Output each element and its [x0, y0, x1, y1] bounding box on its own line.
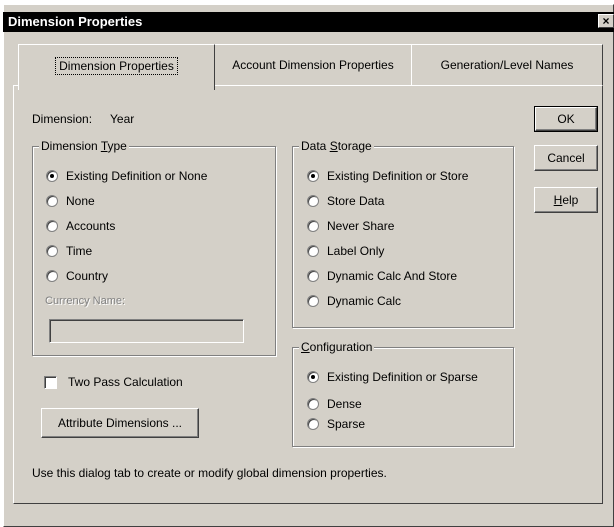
currency-name-label: Currency Name:	[45, 295, 126, 307]
radio-existing-definition-or-none[interactable]: Existing Definition or None	[46, 169, 207, 183]
radio-button-icon	[307, 220, 319, 232]
tab-label: Account Dimension Properties	[232, 58, 394, 72]
radio-button-icon	[46, 195, 58, 207]
radio-button-icon	[46, 170, 58, 182]
dimension-type-group: Dimension Type Existing Definition or No…	[32, 139, 276, 356]
radio-time[interactable]: Time	[46, 244, 92, 258]
tab-label: Generation/Level Names	[440, 58, 574, 72]
radio-dense[interactable]: Dense	[307, 397, 362, 411]
attribute-dimensions-button[interactable]: Attribute Dimensions ...	[41, 408, 199, 438]
help-button[interactable]: Help	[534, 187, 598, 213]
radio-button-icon	[307, 170, 319, 182]
radio-never-share[interactable]: Never Share	[307, 219, 394, 233]
hint-text: Use this dialog tab to create or modify …	[32, 466, 387, 480]
radio-sparse[interactable]: Sparse	[307, 417, 365, 431]
radio-existing-definition-or-store[interactable]: Existing Definition or Store	[307, 169, 468, 183]
window-title: Dimension Properties	[8, 14, 143, 29]
cancel-button[interactable]: Cancel	[534, 145, 598, 171]
tab-dimension-properties[interactable]: Dimension Properties	[18, 44, 215, 90]
radio-dynamic-calc[interactable]: Dynamic Calc	[307, 294, 401, 308]
two-pass-checkbox[interactable]	[44, 376, 57, 389]
tab-label: Dimension Properties	[55, 57, 178, 75]
data-storage-label: Data Storage	[299, 139, 374, 153]
dimension-label: Dimension:	[32, 112, 93, 126]
radio-button-icon	[46, 270, 58, 282]
radio-button-icon	[307, 195, 319, 207]
radio-button-icon	[307, 418, 319, 430]
radio-button-icon	[46, 245, 58, 257]
radio-store-data[interactable]: Store Data	[307, 194, 384, 208]
configuration-label: Configuration	[299, 340, 375, 354]
data-storage-group: Data Storage Existing Definition or Stor…	[292, 139, 514, 328]
radio-label-only[interactable]: Label Only	[307, 244, 384, 258]
radio-button-icon	[307, 295, 319, 307]
radio-button-icon	[46, 220, 58, 232]
dimension-type-label: Dimension Type	[39, 139, 129, 153]
radio-none[interactable]: None	[46, 194, 95, 208]
radio-button-icon	[307, 371, 319, 383]
dimension-value: Year	[110, 112, 135, 126]
title-bar: Dimension Properties ×	[3, 12, 614, 32]
configuration-group: Configuration Existing Definition or Spa…	[292, 340, 514, 447]
radio-dynamic-calc-and-store[interactable]: Dynamic Calc And Store	[307, 269, 457, 283]
radio-button-icon	[307, 245, 319, 257]
ok-button[interactable]: OK	[534, 106, 598, 132]
tab-account-dimension-properties[interactable]: Account Dimension Properties	[214, 44, 412, 86]
tab-generation-level-names[interactable]: Generation/Level Names	[411, 44, 603, 86]
radio-button-icon	[307, 270, 319, 282]
two-pass-label: Two Pass Calculation	[68, 375, 183, 389]
radio-button-icon	[307, 398, 319, 410]
tab-panel: Dimension: Year Dimension Type Existing …	[13, 85, 603, 504]
close-icon[interactable]: ×	[598, 14, 614, 28]
radio-existing-definition-or-sparse[interactable]: Existing Definition or Sparse	[307, 370, 478, 384]
currency-name-input[interactable]	[49, 319, 244, 343]
radio-accounts[interactable]: Accounts	[46, 219, 115, 233]
radio-country[interactable]: Country	[46, 269, 108, 283]
